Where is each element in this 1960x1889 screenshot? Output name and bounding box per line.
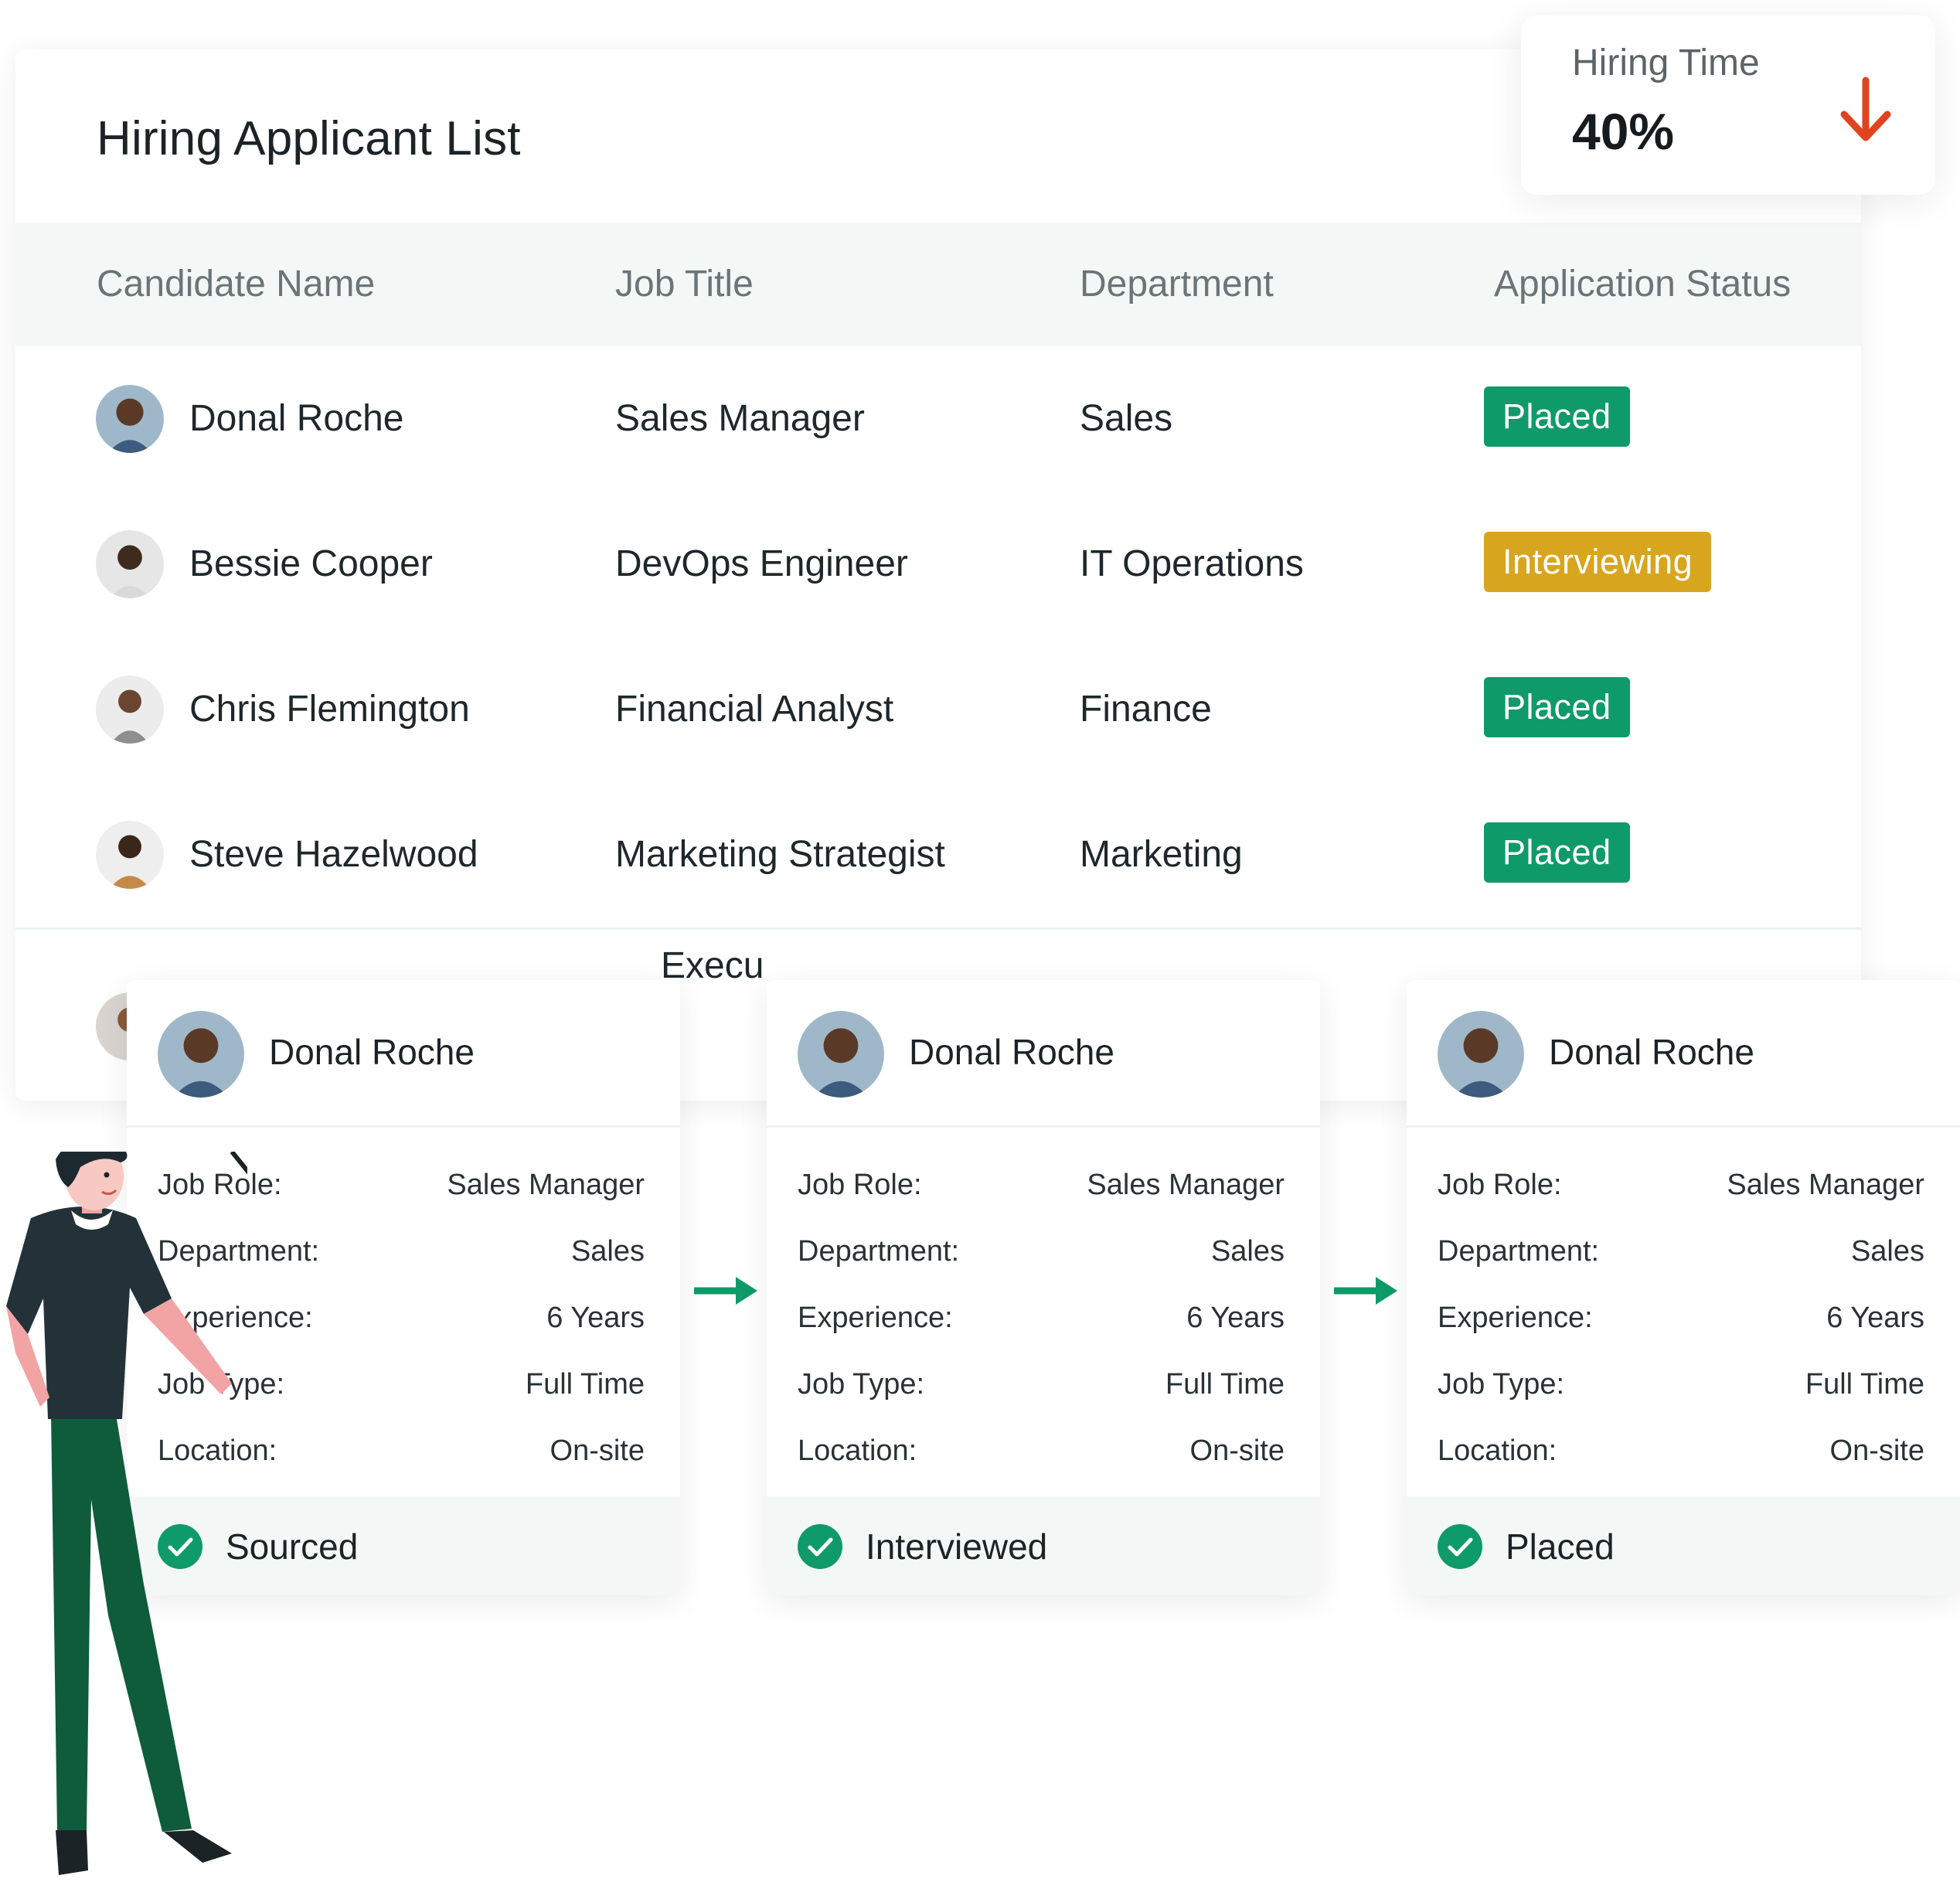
department: Finance <box>1080 689 1212 730</box>
department: IT Operations <box>1080 543 1304 584</box>
avatar <box>1438 1011 1524 1098</box>
field-department: Department: Sales <box>798 1235 1285 1268</box>
field-job-role: Job Role: Sales Manager <box>1438 1169 1924 1201</box>
status-badge: Placed <box>1484 822 1630 883</box>
job-title: Marketing Strategist <box>615 834 945 875</box>
applicant-list-panel: Hiring Applicant List Candidate Name Job… <box>15 49 1861 1101</box>
avatar <box>798 1011 884 1098</box>
field-experience: Experience: 6 Years <box>1438 1302 1924 1334</box>
card-candidate-name: Donal Roche <box>269 1032 475 1072</box>
card-candidate-name: Donal Roche <box>1549 1032 1754 1072</box>
job-title: Sales Manager <box>615 398 865 439</box>
hiring-time-card: Hiring Time 40% <box>1521 15 1935 195</box>
check-circle-icon <box>1438 1524 1482 1569</box>
candidate-name[interactable]: Steve Hazelwood <box>189 833 478 876</box>
table-row[interactable]: Chris Flemington Financial Analyst Finan… <box>15 637 1861 785</box>
table-row[interactable]: Steve Hazelwood Marketing Strategist Mar… <box>15 782 1861 930</box>
department: Sales <box>1080 398 1173 439</box>
card-header: Donal Roche <box>767 980 1320 1128</box>
status-badge: Interviewing <box>1484 532 1712 592</box>
check-circle-icon <box>798 1524 842 1569</box>
arrow-down-icon <box>1840 77 1891 141</box>
candidate-card-placed[interactable]: Donal Roche Job Role: Sales Manager Depar… <box>1407 980 1960 1595</box>
column-header-candidate-name[interactable]: Candidate Name <box>97 223 375 346</box>
field-job-role: Job Role: Sales Manager <box>798 1169 1285 1201</box>
field-location: Location: On-site <box>1438 1435 1924 1467</box>
arrow-right-icon <box>694 1277 757 1305</box>
candidate-name[interactable]: Donal Roche <box>189 397 404 440</box>
arrow-right-icon <box>1334 1277 1397 1305</box>
field-location: Location: On-site <box>798 1435 1285 1467</box>
field-experience: Experience: 6 Years <box>798 1302 1285 1334</box>
job-title: DevOps Engineer <box>615 543 908 584</box>
avatar <box>158 1011 244 1098</box>
kpi-value: 40% <box>1572 103 1675 160</box>
column-header-job-title[interactable]: Job Title <box>615 223 754 346</box>
recruiter-illustration <box>6 1152 247 1875</box>
job-title: Financial Analyst <box>615 689 894 730</box>
card-stage-footer: Placed <box>1407 1496 1960 1595</box>
stage-label: Placed <box>1506 1527 1615 1567</box>
status-badge: Placed <box>1484 677 1630 737</box>
status-badge: Placed <box>1484 386 1630 447</box>
stage-label: Interviewed <box>866 1527 1048 1567</box>
card-stage-footer: Interviewed <box>767 1496 1320 1595</box>
candidate-name[interactable]: Chris Flemington <box>189 688 470 730</box>
candidate-card-interviewed[interactable]: Donal Roche Job Role: Sales Manager Depar… <box>767 980 1320 1595</box>
avatar <box>96 530 164 598</box>
column-header-department[interactable]: Department <box>1080 223 1274 346</box>
card-header: Donal Roche <box>1407 980 1960 1128</box>
card-candidate-name: Donal Roche <box>909 1032 1114 1072</box>
avatar <box>96 385 164 453</box>
page-title: Hiring Applicant List <box>97 112 521 165</box>
table-row[interactable]: Donal Roche Sales Manager Sales Placed <box>15 346 1861 494</box>
field-department: Department: Sales <box>1438 1235 1924 1268</box>
field-job-type: Job Type: Full Time <box>1438 1368 1924 1401</box>
column-header-application-status[interactable]: Application Status <box>1494 223 1791 346</box>
card-header: Donal Roche <box>127 980 680 1128</box>
candidate-name[interactable]: Bessie Cooper <box>189 543 433 585</box>
table-header: Candidate Name Job Title Department Appl… <box>15 223 1861 346</box>
field-job-type: Job Type: Full Time <box>798 1368 1285 1401</box>
avatar <box>96 821 164 889</box>
table-row[interactable]: Bessie Cooper DevOps Engineer IT Operati… <box>15 492 1861 639</box>
department: Marketing <box>1080 834 1243 875</box>
avatar <box>96 676 164 744</box>
kpi-label: Hiring Time <box>1572 43 1760 83</box>
